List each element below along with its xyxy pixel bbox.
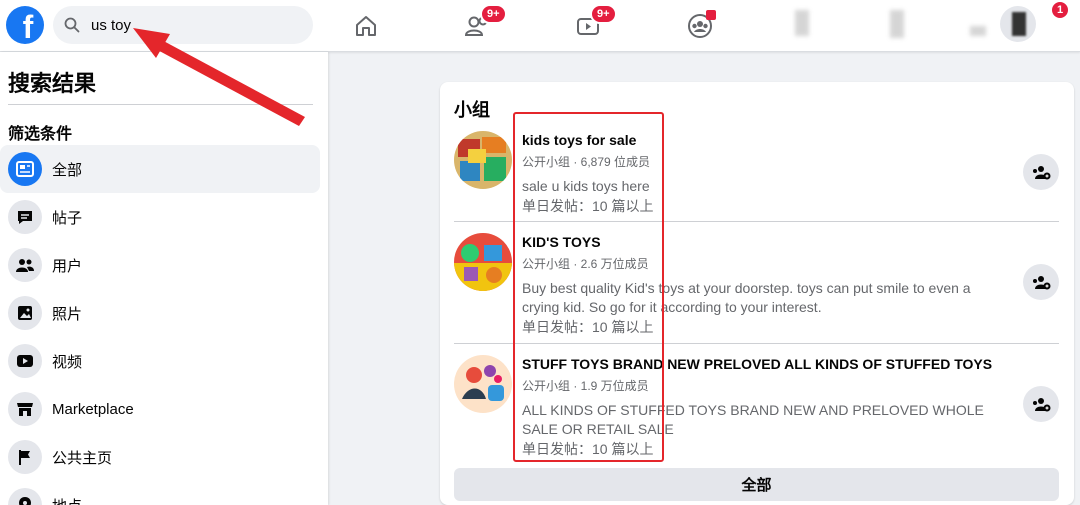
sidebar-item-photos[interactable]: 照片 <box>0 289 320 337</box>
sidebar-item-people[interactable]: 用户 <box>0 241 320 289</box>
join-group-icon <box>1033 398 1051 412</box>
see-all-button[interactable]: 全部 <box>454 468 1059 501</box>
sidebar-title: 搜索结果 <box>8 71 97 96</box>
sidebar-item-all[interactable]: 全部 <box>0 145 320 193</box>
groups-tab[interactable] <box>680 8 720 44</box>
search-input[interactable]: us toy <box>91 17 131 34</box>
search-results-sidebar: 搜索结果 筛选条件 全部 帖子 用户 照片 视频 Marketplace 公共主… <box>0 52 328 505</box>
posts-icon <box>8 200 42 234</box>
sidebar-item-label: 全部 <box>52 161 83 179</box>
highlight-box <box>513 112 664 462</box>
sidebar-item-label: 公共主页 <box>52 449 113 467</box>
sidebar-item-label: 用户 <box>52 257 83 275</box>
sidebar-item-posts[interactable]: 帖子 <box>0 193 320 241</box>
home-tab[interactable] <box>346 8 386 44</box>
sidebar-item-videos[interactable]: 视频 <box>0 337 320 385</box>
watch-tab[interactable]: 9+ <box>568 4 617 44</box>
video-icon <box>8 344 42 378</box>
place-icon <box>8 488 42 505</box>
marketplace-icon <box>8 392 42 426</box>
group-thumbnail[interactable] <box>454 131 512 189</box>
search-bar[interactable]: us toy <box>53 6 313 44</box>
top-navigation-bar: f us toy 9+ 9+ 1 <box>0 0 1080 52</box>
sidebar-item-pages[interactable]: 公共主页 <box>0 433 320 481</box>
account-avatar[interactable] <box>1000 6 1036 42</box>
sidebar-item-marketplace[interactable]: Marketplace <box>0 385 320 433</box>
groups-notification-dot <box>706 10 716 20</box>
blurred-element <box>970 26 986 36</box>
watch-badge: 9+ <box>590 4 617 24</box>
divider <box>8 104 313 105</box>
facebook-logo[interactable]: f <box>6 6 44 44</box>
notifications-badge: 1 <box>1052 2 1069 18</box>
filter-heading: 筛选条件 <box>8 126 73 143</box>
group-thumbnail[interactable] <box>454 233 512 291</box>
sidebar-item-label: 帖子 <box>52 209 83 227</box>
people-icon <box>8 248 42 282</box>
sidebar-item-label: Marketplace <box>52 400 134 418</box>
join-group-button[interactable] <box>1023 154 1059 190</box>
home-icon <box>356 16 376 36</box>
join-group-icon <box>1033 166 1051 180</box>
search-icon <box>63 16 81 34</box>
join-group-button[interactable] <box>1023 264 1059 300</box>
section-title: 小组 <box>454 100 490 120</box>
sidebar-item-label: 视频 <box>52 353 83 371</box>
blurred-element <box>890 10 904 38</box>
sidebar-item-places[interactable]: 地点 <box>0 481 320 505</box>
sidebar-item-label: 照片 <box>52 305 83 323</box>
sidebar-item-label: 地点 <box>52 495 82 505</box>
friends-tab[interactable]: 9+ <box>458 4 507 44</box>
notifications-button[interactable]: 1 <box>1050 2 1080 32</box>
blurred-element <box>795 10 809 36</box>
join-group-icon <box>1033 276 1051 290</box>
flag-icon <box>8 440 42 474</box>
feed-icon <box>8 152 42 186</box>
join-group-button[interactable] <box>1023 386 1059 422</box>
group-thumbnail[interactable] <box>454 355 512 413</box>
friends-badge: 9+ <box>480 4 507 24</box>
photos-icon <box>8 296 42 330</box>
